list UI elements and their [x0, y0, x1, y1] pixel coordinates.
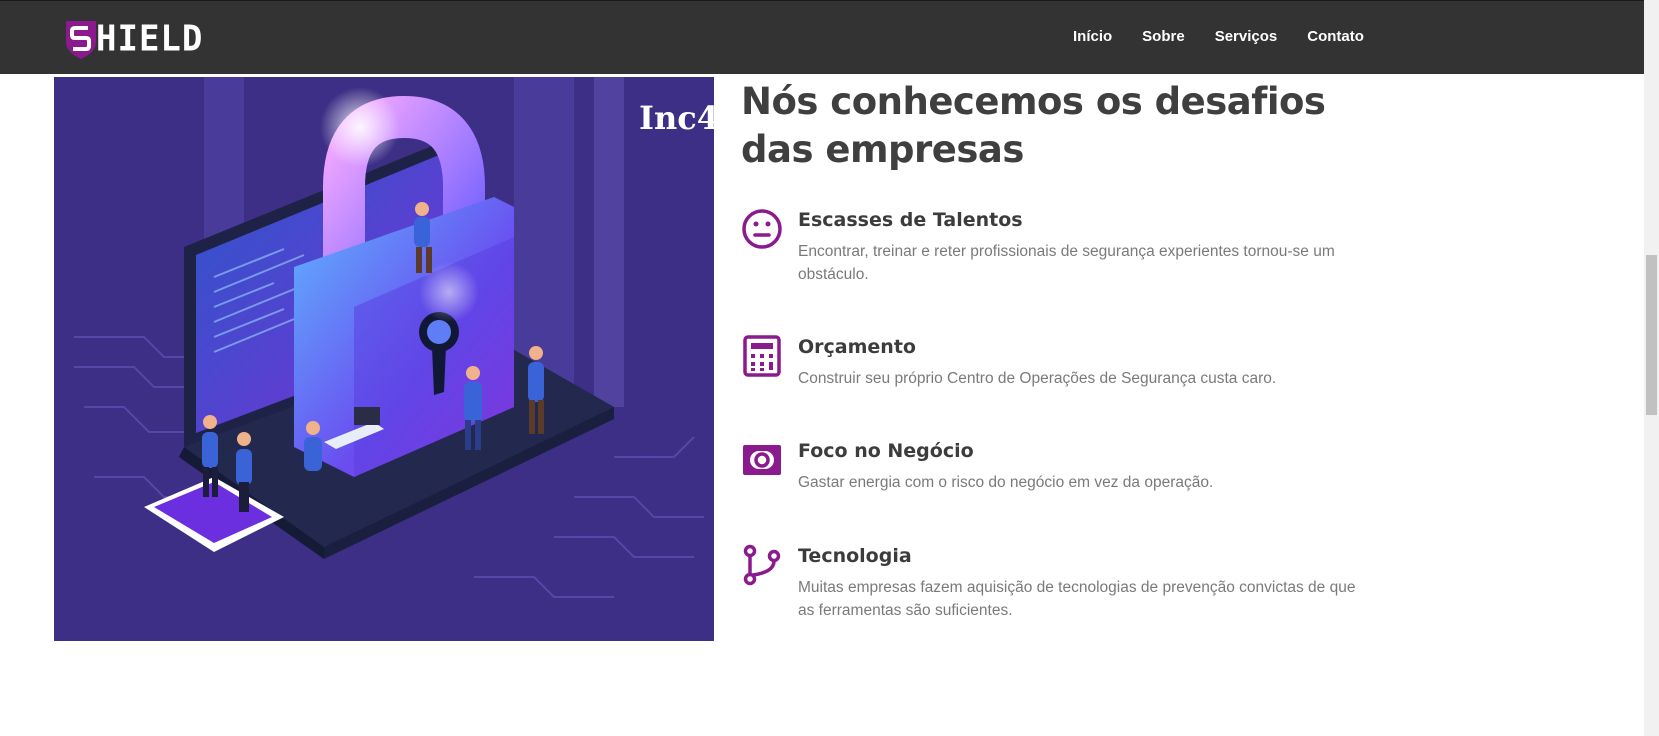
feature-description: Encontrar, treinar e reter profissionais… — [798, 243, 1335, 283]
nav-link-contato[interactable]: Contato — [1307, 28, 1364, 45]
feature-item-business-focus: Foco no Negócio Gastar energia com o ris… — [741, 439, 1381, 494]
feature-description: Muitas empresas fazem aquisição de tecno… — [798, 579, 1356, 619]
feature-description: Construir seu próprio Centro de Operaçõe… — [798, 370, 1277, 387]
feature-title: Foco no Negócio — [798, 440, 974, 462]
feature-title: Tecnologia — [798, 545, 912, 567]
nav-link-servicos[interactable]: Serviços — [1215, 28, 1278, 45]
security-illustration: Inc4 — [54, 77, 714, 641]
page-scrollbar[interactable] — [1644, 0, 1659, 736]
git-branch-icon — [743, 544, 781, 586]
feature-item-technology: Tecnologia Muitas empresas fazem aquisiç… — [741, 544, 1381, 622]
calculator-icon — [743, 335, 781, 377]
feature-item-budget: Orçamento Construir seu próprio Centro d… — [741, 335, 1381, 390]
nav-link-sobre[interactable]: Sobre — [1142, 28, 1185, 45]
feature-title: Escasses de Talentos — [798, 209, 1023, 231]
main-nav: Início Sobre Serviços Contato — [1073, 28, 1394, 45]
money-bill-icon — [743, 445, 781, 475]
feature-title: Orçamento — [798, 336, 916, 358]
section-title-line-1: Nós conhecemos os desafios — [741, 80, 1326, 123]
brand-logo[interactable]: HIELD — [64, 17, 203, 61]
feature-item-talent: Escasses de Talentos Encontrar, treinar … — [741, 208, 1381, 286]
challenges-section: Nós conhecemos os desafios das empresas … — [741, 78, 1371, 619]
illustration-watermark: Inc4 — [639, 99, 714, 137]
brand-logo-text: HIELD — [96, 18, 204, 60]
section-title: Nós conhecemos os desafios das empresas — [741, 78, 1341, 174]
feature-description: Gastar energia com o risco do negócio em… — [798, 474, 1214, 491]
nav-link-inicio[interactable]: Início — [1073, 28, 1112, 45]
navbar: HIELD Início Sobre Serviços Contato — [0, 0, 1644, 74]
shield-logo-icon — [66, 21, 96, 59]
neutral-face-icon — [742, 209, 782, 249]
section-title-line-2: das empresas — [741, 128, 1024, 171]
scrollbar-thumb[interactable] — [1646, 255, 1657, 415]
